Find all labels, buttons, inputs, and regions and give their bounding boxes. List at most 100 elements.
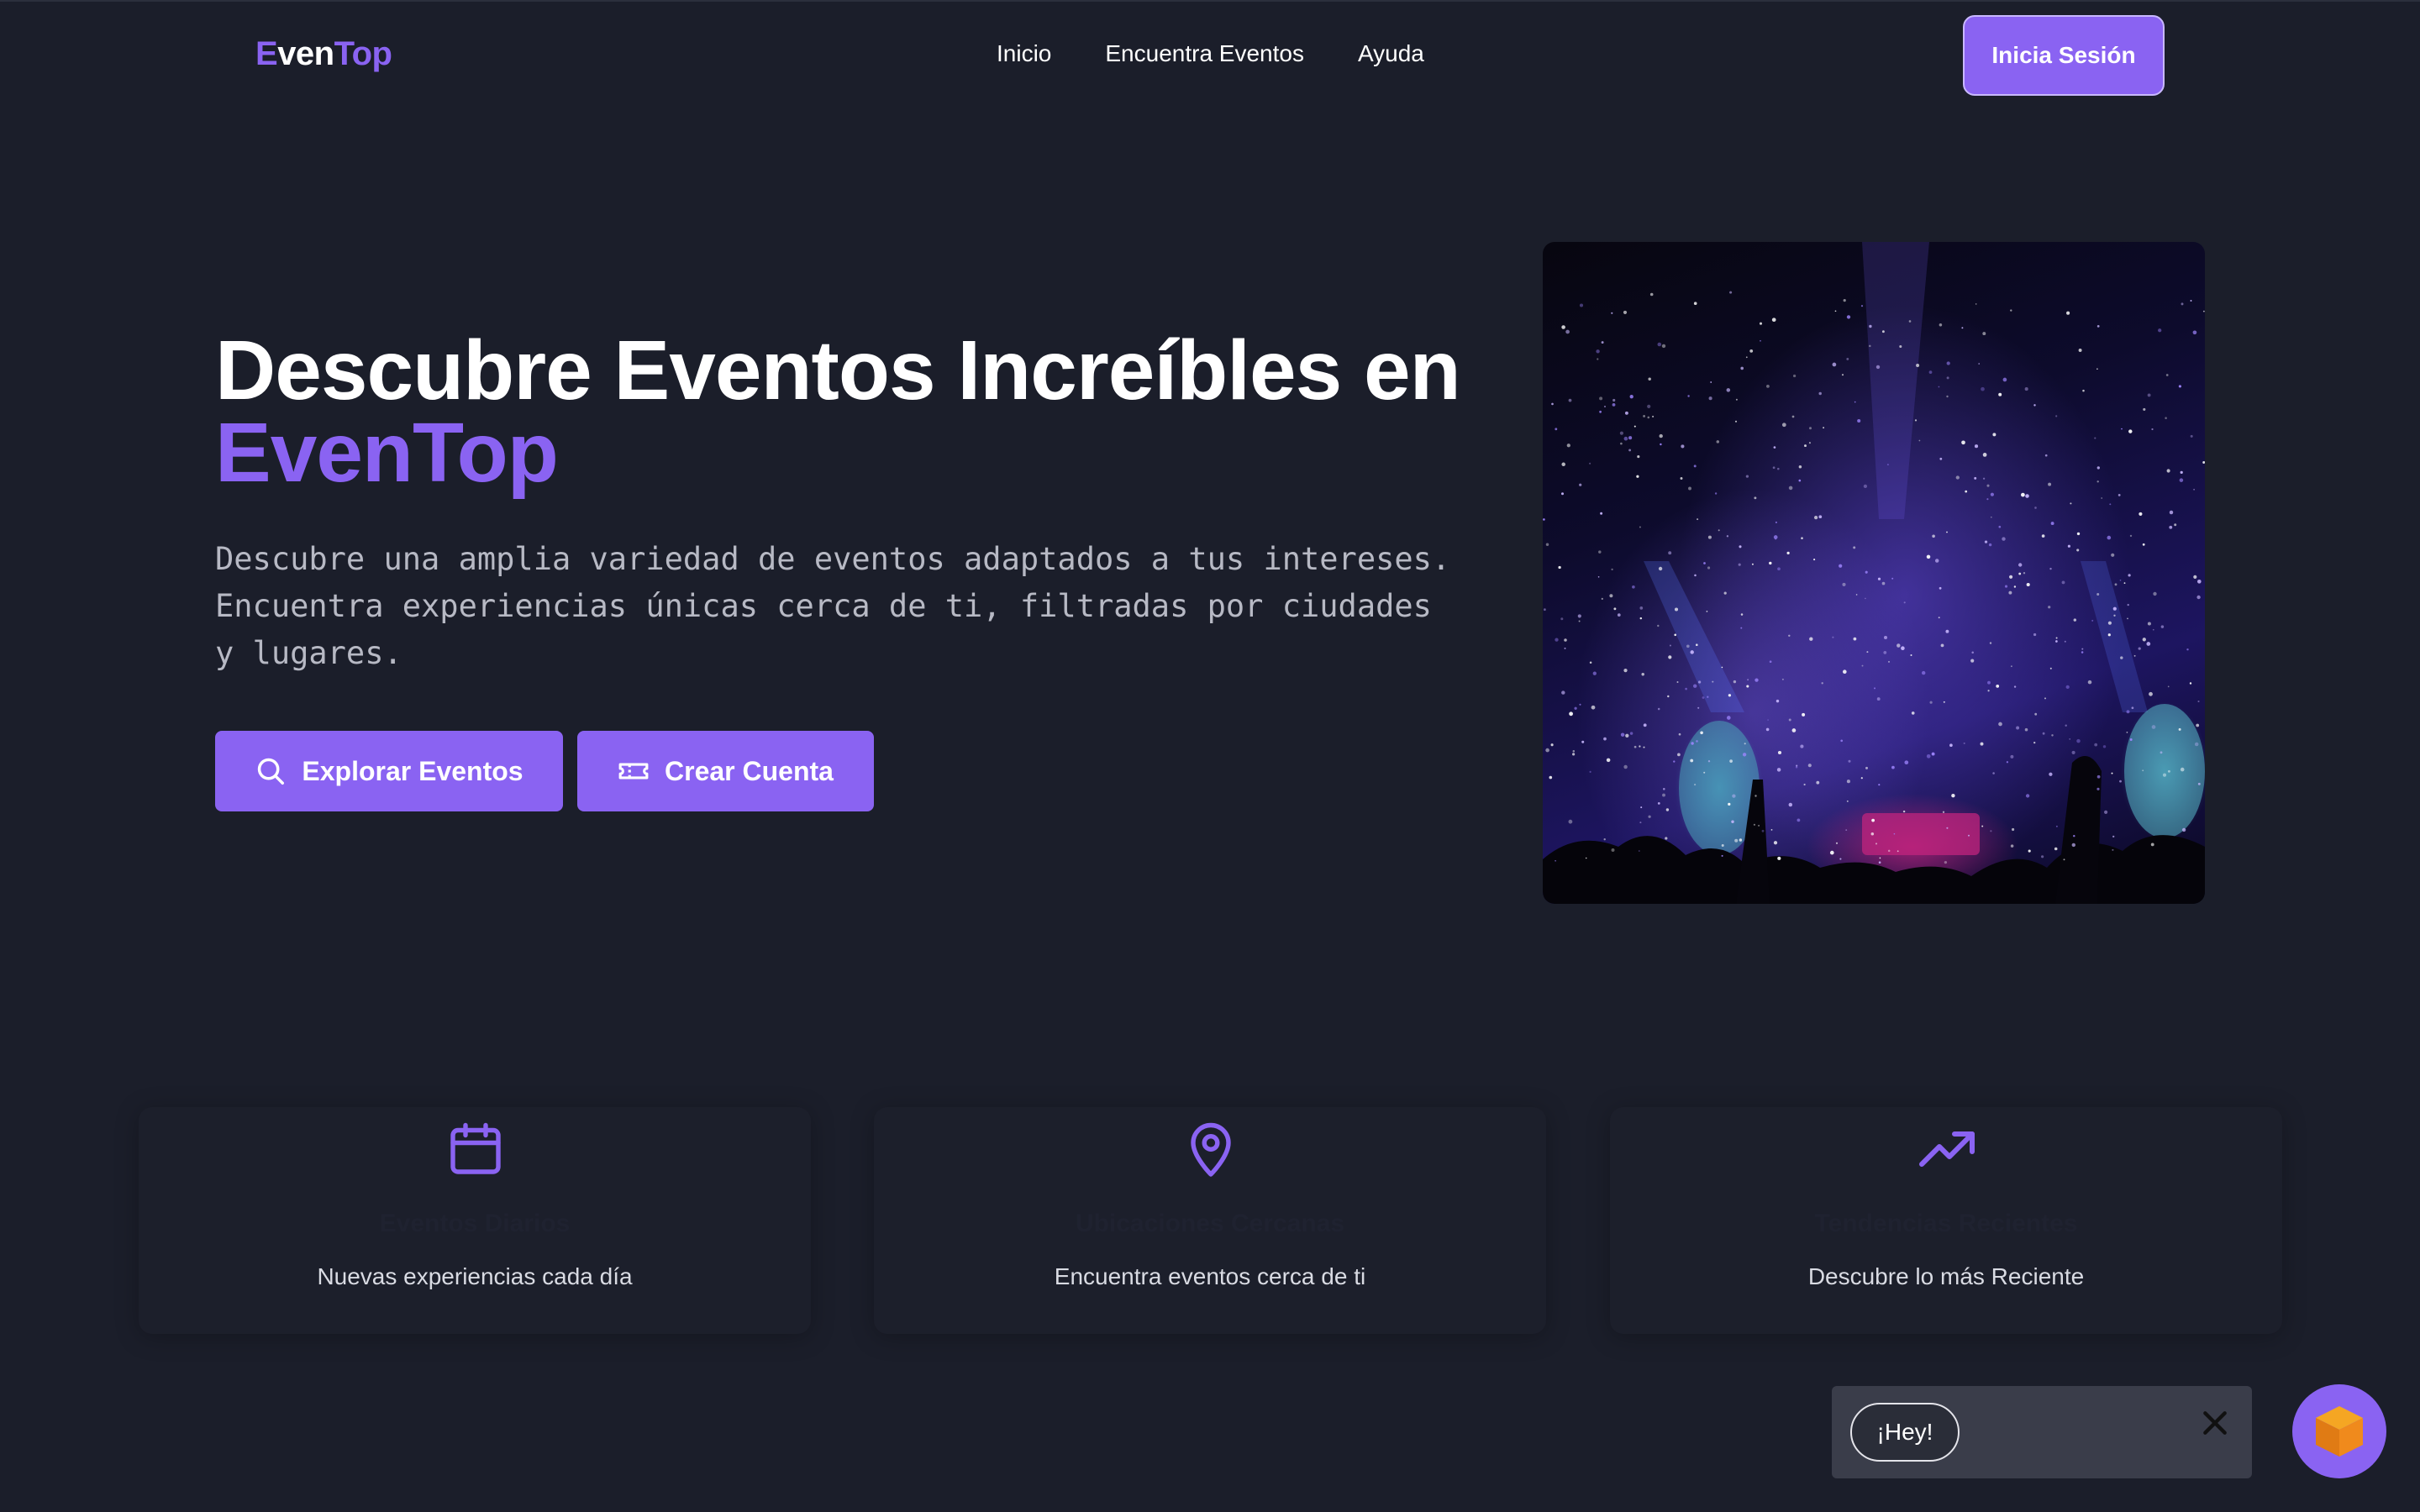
confetti-dot (2118, 494, 2121, 496)
create-account-button[interactable]: Crear Cuenta (577, 731, 874, 811)
confetti-dot (1861, 664, 1864, 667)
confetti-dot (1946, 531, 1948, 533)
confetti-dot (1718, 529, 1720, 532)
close-icon[interactable] (2198, 1406, 2232, 1440)
confetti-dot (1978, 363, 1981, 365)
confetti-dot (1813, 515, 1818, 520)
confetti-dot (2055, 825, 2058, 827)
confetti-dot (1579, 303, 1584, 307)
confetti-dot (1843, 298, 1846, 302)
confetti-dot (2055, 637, 2058, 639)
confetti-dot (1832, 362, 1837, 367)
hero-title-accent: EvenTop (215, 406, 559, 500)
confetti-dot (1589, 462, 1591, 465)
confetti-dot (1669, 644, 1671, 647)
confetti-dot (2147, 393, 2151, 397)
confetti-dot (1673, 760, 1676, 763)
confetti-dot (2049, 772, 2053, 776)
explore-events-button[interactable]: Explorar Eventos (215, 731, 563, 811)
cube-icon (2316, 1406, 2363, 1457)
confetti-dot (2120, 656, 2123, 659)
confetti-dot (2178, 727, 2181, 731)
confetti-dot (1738, 563, 1741, 566)
confetti-dot (1555, 428, 1558, 431)
confetti-dot (1788, 718, 1791, 722)
confetti-dot (1777, 856, 1781, 860)
confetti-dot (1577, 614, 1581, 618)
confetti-dot (1726, 535, 1729, 538)
confetti-dot (1788, 802, 1793, 807)
confetti-dot (1691, 742, 1694, 745)
confetti-dot (1639, 822, 1642, 824)
confetti-dot (1777, 467, 1780, 470)
chat-launcher-button[interactable] (2292, 1384, 2386, 1478)
confetti-dot (1876, 365, 1881, 370)
confetti-dot (1938, 617, 1940, 619)
confetti-dot (1678, 732, 1681, 736)
confetti-dot (1842, 669, 1847, 675)
confetti-dot (2024, 727, 2028, 732)
chat-greeting-popup: ¡Hey! (1832, 1386, 2252, 1478)
confetti-dot (1773, 535, 1778, 539)
confetti-dot (1555, 638, 1559, 642)
top-navbar: EvenTop Inicio Encuentra Eventos Ayuda I… (0, 0, 2420, 108)
confetti-dot (1710, 381, 1712, 383)
confetti-dot (2112, 848, 2114, 851)
confetti-dot (1887, 660, 1891, 663)
confetti-dot (1818, 515, 1823, 519)
confetti-dot (2153, 591, 2157, 596)
confetti-dot (1846, 780, 1850, 784)
confetti-dot (2048, 482, 2052, 486)
confetti-dot (2178, 385, 2181, 388)
confetti-dot (2142, 543, 2145, 546)
confetti-dot (2091, 619, 2094, 622)
nav-link-ayuda[interactable]: Ayuda (1358, 40, 1424, 67)
confetti-dot (1986, 498, 1989, 501)
confetti-dot (2179, 478, 2184, 482)
confetti-dot (1707, 759, 1711, 763)
confetti-dot (1886, 464, 1889, 466)
confetti-dot (2096, 480, 2099, 483)
confetti-dot (1788, 486, 1793, 491)
confetti-dot (1801, 537, 1803, 540)
nav-link-inicio[interactable]: Inicio (997, 40, 1051, 67)
confetti-dot (2040, 855, 2044, 858)
confetti-dot (2126, 732, 2128, 733)
confetti-dot (1940, 643, 1944, 648)
confetti-dot (1740, 613, 1744, 616)
confetti-dot (1612, 398, 1616, 402)
confetti-dot (2010, 665, 2012, 668)
confetti-dot (1865, 570, 1868, 574)
confetti-dot (1628, 436, 1633, 440)
confetti-dot (2010, 754, 2014, 759)
confetti-dot (2127, 617, 2128, 620)
confetti-dot (1791, 728, 1797, 732)
confetti-dot (1661, 344, 1666, 349)
confetti-dot (1740, 366, 1744, 370)
confetti-dot (1613, 607, 1617, 611)
confetti-dot (2096, 368, 2098, 370)
confetti-dot (1694, 574, 1697, 577)
confetti-dot (1747, 679, 1749, 681)
confetti-dot (1776, 768, 1781, 772)
confetti-dot (1891, 765, 1895, 769)
confetti-dot (1731, 820, 1734, 824)
confetti-dot (2050, 522, 2054, 526)
logo[interactable]: EvenTop (255, 35, 392, 73)
hero-title-line: Descubre Eventos Increíbles en (215, 323, 1461, 417)
nav-link-encuentra-eventos[interactable]: Encuentra Eventos (1105, 40, 1304, 67)
confetti-dot (1770, 829, 1773, 831)
login-button[interactable]: Inicia Sesión (1963, 15, 2165, 96)
confetti-dot (1816, 780, 1820, 785)
confetti-dot (1982, 477, 1986, 480)
confetti-dot (1754, 795, 1757, 797)
confetti-dot (1834, 310, 1837, 312)
confetti-dot (2174, 523, 2177, 527)
confetti-dot (1574, 706, 1577, 710)
chat-greeting-pill[interactable]: ¡Hey! (1850, 1403, 1960, 1462)
confetti-dot (1624, 411, 1628, 415)
confetti-dot (2165, 417, 2167, 419)
confetti-dot (1857, 418, 1861, 423)
confetti-dot (1869, 344, 1871, 348)
confetti-dot (1637, 455, 1640, 459)
